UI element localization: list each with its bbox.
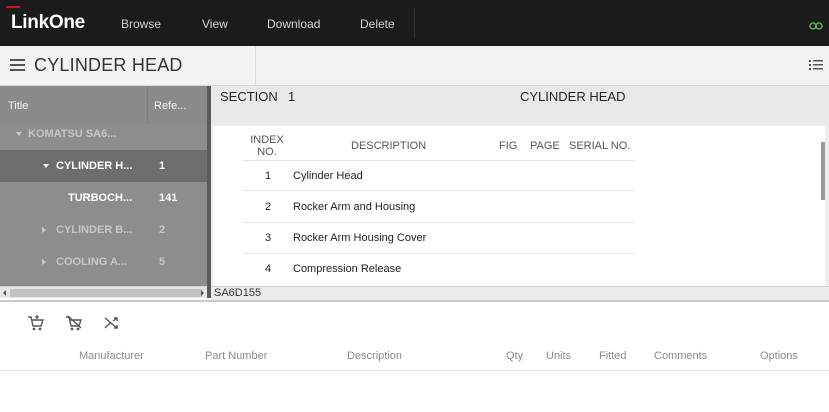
table-row[interactable]: 2 Rocker Arm and Housing [243,192,635,223]
nav-download[interactable]: Download [267,17,320,31]
col-manufacturer[interactable]: Manufacturer [79,350,144,362]
tree-item-cylinder-block[interactable]: CYLINDER B... 2 [0,214,207,246]
top-nav-bar: LinkOne Browse View Download Delete [0,0,829,46]
row-description[interactable]: Rocker Arm and Housing [293,201,415,213]
list-icon[interactable] [809,59,823,71]
row-description[interactable]: Compression Release [293,263,401,275]
hamburger-icon[interactable] [10,59,25,72]
section-label: SECTION [220,89,278,104]
vertical-scrollbar[interactable] [821,142,825,200]
section-header: SECTION 1 CYLINDER HEAD [211,86,829,124]
caret-down-icon[interactable] [16,132,22,136]
caret-right-icon[interactable] [42,259,46,265]
row-index: 4 [264,263,272,275]
tree-item-cooling[interactable]: COOLING A... 5 [0,246,207,278]
tree-header-title[interactable]: Title [8,100,28,112]
tree-item-cylinder-head[interactable]: CYLINDER H... 1 [0,150,207,182]
page-title: CYLINDER HEAD [34,55,183,75]
section-number: 1 [288,89,296,104]
section-content: INDEX NO. DESCRIPTION FIG PAGE SERIAL NO… [211,124,829,286]
scrollbar-thumb[interactable] [10,289,202,297]
row-index: 2 [264,201,272,213]
col-options[interactable]: Options [760,350,798,362]
caret-right-icon[interactable] [42,227,46,233]
scroll-right-icon[interactable] [201,290,204,296]
col-comments[interactable]: Comments [654,350,707,362]
header-page: PAGE [530,140,560,152]
parts-list-panel: Manufacturer Part Number Description Qty… [0,300,829,412]
table-row[interactable]: 4 Compression Release [243,254,635,285]
parts-list-header: Manufacturer Part Number Description Qty… [0,338,829,371]
link-icon[interactable] [809,22,823,30]
tree-item-ref: 1 [159,160,166,172]
header-fig: FIG [499,140,518,152]
tree-item-label: KOMATSU SA6... [28,128,117,140]
parts-index-table: INDEX NO. DESCRIPTION FIG PAGE SERIAL NO… [213,126,825,286]
tree-item-ref: 2 [159,224,166,236]
cart-add-icon[interactable] [26,314,46,332]
nav-browse[interactable]: Browse [121,17,161,31]
row-index: 1 [264,170,272,182]
col-qty[interactable]: Qty [506,350,523,362]
title-divider [255,46,256,86]
header-description: DESCRIPTION [351,140,427,152]
tree-item-turbocharger[interactable]: TURBOCH... 141 [0,182,207,214]
logo-accent [6,6,20,8]
tree-panel: Title Refe... KOMATSU SA6... CYLINDER H.… [0,86,207,286]
col-part-number[interactable]: Part Number [205,350,267,362]
section-code: SA6D155 [214,287,262,299]
title-bar: CYLINDER HEAD [0,46,829,86]
row-index: 3 [264,232,272,244]
header-serial: SERIAL NO. [569,140,631,152]
nav-delete[interactable]: Delete [360,17,395,31]
tree-item-komatsu[interactable]: KOMATSU SA6... [0,118,207,150]
col-units[interactable]: Units [546,350,571,362]
tree-item-ref: 5 [159,256,166,268]
header-index: INDEX NO. [250,134,284,158]
shuffle-icon[interactable] [102,314,122,332]
table-row[interactable]: 3 Rocker Arm Housing Cover [243,223,635,254]
tree-item-label: CYLINDER B... [56,224,133,236]
tree-item-label: CYLINDER H... [56,160,133,172]
tree-item-label: TURBOCH... [68,192,133,204]
nav-view[interactable]: View [202,17,228,31]
tree-item-label: COOLING A... [56,256,128,268]
tree-header-ref[interactable]: Refe... [154,100,186,112]
cart-remove-icon[interactable] [64,314,84,332]
scroll-left-icon[interactable] [3,290,6,296]
col-description[interactable]: Description [347,350,402,362]
caret-down-icon[interactable] [43,164,49,168]
section-footer: SA6D155 [211,286,829,300]
section-title: CYLINDER HEAD [520,89,626,104]
nav-divider [414,8,415,38]
linkone-logo[interactable]: LinkOne [11,12,85,34]
tree-horizontal-scrollbar[interactable] [0,286,207,298]
table-row[interactable]: 1 Cylinder Head [243,160,635,191]
col-fitted[interactable]: Fitted [599,350,627,362]
row-description[interactable]: Rocker Arm Housing Cover [293,232,426,244]
row-description[interactable]: Cylinder Head [293,170,363,182]
tree-item-ref: 141 [159,192,178,204]
